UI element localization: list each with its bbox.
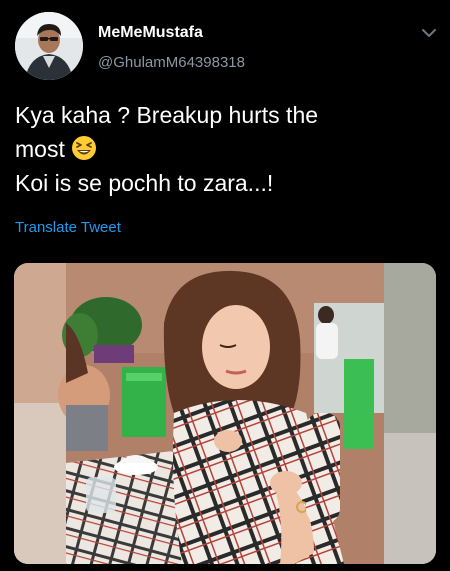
avatar-image <box>15 12 83 80</box>
translate-tweet-link[interactable]: Translate Tweet <box>15 219 121 236</box>
tweet-text-line: most <box>15 136 65 162</box>
avatar[interactable] <box>15 12 83 80</box>
tweet-text: Kya kaha ? Breakup hurts the most Koi is… <box>15 98 435 200</box>
tweet-card: MeMeMustafa @GhulamM64398318 Kya kaha ? … <box>0 0 450 571</box>
tweet-text-line: Koi is se pochh to zara...! <box>15 170 274 196</box>
chevron-down-icon[interactable] <box>418 24 440 42</box>
display-name[interactable]: MeMeMustafa <box>98 24 203 42</box>
tweet-media-image[interactable] <box>14 263 436 564</box>
tweet-text-line: Kya kaha ? Breakup hurts the <box>15 102 319 128</box>
laughing-squinting-emoji-icon <box>71 135 97 161</box>
user-handle[interactable]: @GhulamM64398318 <box>98 54 245 71</box>
